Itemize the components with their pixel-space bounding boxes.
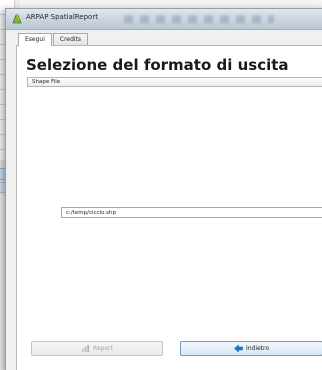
back-arrow-icon <box>234 344 243 353</box>
tab-esegui[interactable]: Esegui <box>18 33 52 46</box>
title-bar[interactable]: ARPAP SpatialReport <box>6 9 322 30</box>
report-icon <box>81 344 90 353</box>
app-icon <box>12 14 22 24</box>
screen: ARPAP SpatialReport Esegui Credits Selez… <box>0 0 322 370</box>
tab-credits[interactable]: Credits <box>52 33 89 45</box>
back-button-label: Indietro <box>245 345 270 352</box>
format-select[interactable]: Shape File <box>27 77 322 87</box>
blurred-titlebar-area <box>124 15 274 23</box>
back-button[interactable]: Indietro <box>180 341 322 356</box>
page-title: Selezione del formato di uscita <box>26 56 289 74</box>
output-path-field[interactable]: c:/temp/ciccio.shp <box>61 207 322 218</box>
report-button-label: Report <box>93 345 113 352</box>
report-button[interactable]: Report <box>31 341 163 356</box>
window-title: ARPAP SpatialReport <box>26 13 98 21</box>
